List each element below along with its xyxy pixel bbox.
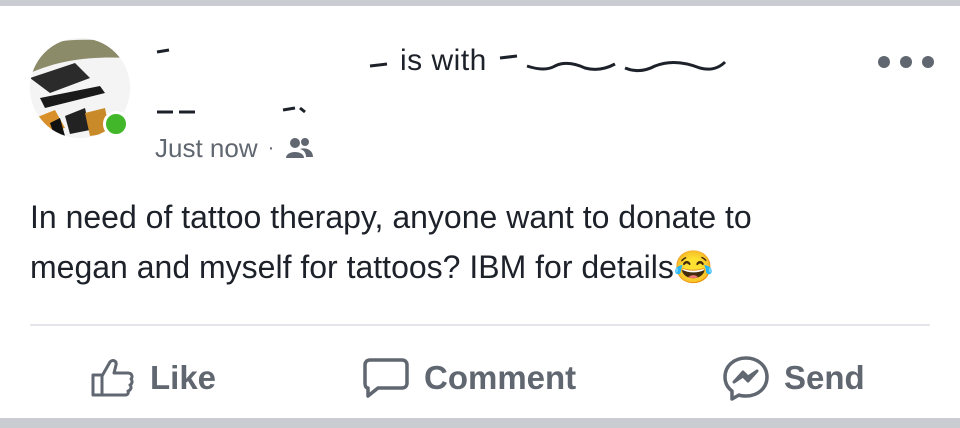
comment-icon: [363, 358, 409, 398]
comment-label: Comment: [424, 359, 577, 396]
post-body-line: In need of tattoo therapy, anyone want t…: [30, 199, 752, 235]
profile-avatar[interactable]: [30, 38, 130, 138]
post-body: In need of tattoo therapy, anyone want t…: [30, 192, 930, 292]
post-card: is with Just now · In need of tattoo the…: [0, 6, 960, 418]
friends-icon[interactable]: [284, 136, 314, 160]
post-body-line-2: megan and myself for tattoos? IBM for de…: [30, 242, 930, 292]
like-button[interactable]: Like: [90, 346, 216, 410]
send-label: Send: [784, 359, 865, 396]
bottom-bar: [0, 418, 960, 428]
dot-icon: [878, 56, 890, 68]
post-actions: Like Comment Send: [0, 346, 960, 410]
dot-icon: [900, 56, 912, 68]
like-label: Like: [150, 359, 217, 396]
post-body-text: megan and myself for tattoos? IBM for de…: [30, 249, 674, 285]
messenger-icon: [723, 356, 769, 401]
post-meta: Just now ·: [155, 130, 314, 166]
thumbs-up-icon: [91, 359, 134, 397]
comment-button[interactable]: Comment: [362, 346, 576, 410]
send-button[interactable]: Send: [722, 346, 865, 410]
post-header-text[interactable]: is with: [400, 44, 487, 78]
post-header: is with: [155, 38, 775, 78]
laughing-emoji-icon: 😂: [673, 249, 714, 285]
author-name-redacted[interactable]: [155, 98, 315, 122]
divider: [30, 324, 930, 326]
dot-icon: [922, 56, 934, 68]
online-status-dot: [103, 111, 129, 137]
timestamp[interactable]: Just now: [155, 133, 258, 164]
meta-separator: ·: [267, 136, 275, 159]
more-options-button[interactable]: [878, 50, 934, 74]
